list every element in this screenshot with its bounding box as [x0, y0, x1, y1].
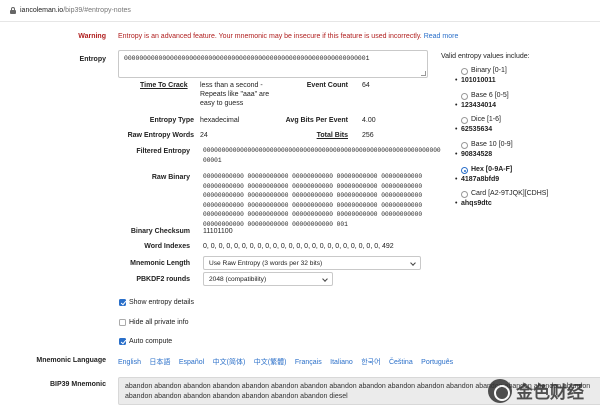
- language-english[interactable]: English: [118, 359, 141, 366]
- language-options: English 日本語 Español 中文(简体) 中文(繁體) França…: [118, 357, 460, 367]
- radio-base6[interactable]: [461, 93, 468, 100]
- raw-binary-label: Raw Binary: [151, 174, 190, 181]
- radio-base10[interactable]: [461, 142, 468, 149]
- radio-dice[interactable]: [461, 117, 468, 124]
- raw-words-value: 24: [200, 132, 208, 139]
- entropy-type-value: hexadecimal: [200, 117, 240, 124]
- entropy-input[interactable]: 0000000000000000000000000000000000000000…: [118, 50, 428, 78]
- valid-entropy-title: Valid entropy values include:: [441, 53, 530, 60]
- lock-icon: [10, 7, 16, 14]
- time-to-crack-label: Time To Crack: [140, 82, 188, 89]
- entropy-type-label: Entropy Type: [149, 117, 194, 124]
- warning-text: Entropy is an advanced feature. Your mne…: [118, 33, 459, 40]
- url-text[interactable]: iancoleman.io/bip39/#entropy-notes: [20, 7, 131, 14]
- time-to-crack-line-1: less than a second -: [200, 82, 263, 89]
- address-bar[interactable]: iancoleman.io/bip39/#entropy-notes: [0, 0, 600, 22]
- example-card: ahqs9dtc: [461, 200, 492, 207]
- read-more-link[interactable]: Read more: [424, 33, 459, 40]
- hide-private-checkbox[interactable]: [119, 319, 126, 326]
- example-base6: 123434014: [461, 102, 497, 109]
- avg-bits-value: 4.00: [362, 117, 376, 124]
- language-spanish[interactable]: Español: [179, 359, 204, 366]
- radio-binary[interactable]: [461, 68, 468, 75]
- raw-words-label: Raw Entropy Words: [127, 132, 194, 139]
- language-czech[interactable]: Čeština: [389, 359, 413, 366]
- example-dice: 62535634: [461, 126, 493, 133]
- bullet: •: [455, 102, 458, 109]
- event-count-value: 64: [362, 82, 370, 89]
- auto-compute-checkbox[interactable]: [119, 338, 126, 345]
- language-japanese[interactable]: 日本語: [149, 359, 170, 366]
- warning-label: Warning: [78, 33, 106, 40]
- radio-dice-label[interactable]: Dice [1-6]: [471, 116, 501, 123]
- radio-base6-label[interactable]: Base 6 [0-5]: [471, 92, 509, 99]
- example-hex: 4187a8bfd9: [461, 176, 500, 183]
- total-bits-label: Total Bits: [316, 132, 348, 139]
- bullet: •: [455, 176, 458, 183]
- radio-hex[interactable]: [461, 167, 468, 174]
- pbkdf2-select[interactable]: 2048 (compatibility): [203, 272, 333, 286]
- radio-binary-label[interactable]: Binary [0-1]: [471, 67, 507, 74]
- total-bits-value: 256: [362, 132, 374, 139]
- show-details-checkbox[interactable]: [119, 299, 126, 306]
- language-chinese-traditional[interactable]: 中文(繁體): [254, 359, 287, 366]
- filtered-entropy-label: Filtered Entropy: [136, 148, 190, 155]
- pbkdf2-value: 2048 (compatibility): [209, 276, 267, 283]
- entropy-value: 0000000000000000000000000000000000000000…: [124, 55, 370, 62]
- watermark-mark-icon: [488, 379, 512, 403]
- mnemonic-label: BIP39 Mnemonic: [49, 381, 106, 388]
- language-label: Mnemonic Language: [36, 357, 106, 364]
- mnemonic-length-select[interactable]: Use Raw Entropy (3 words per 32 bits): [203, 256, 421, 270]
- chevron-down-icon: [410, 260, 416, 266]
- checksum-value: 11101100: [203, 228, 233, 235]
- language-chinese-simplified[interactable]: 中文(简体): [213, 359, 246, 366]
- time-to-crack-line-2: Repeats like "aaa" are: [200, 91, 270, 98]
- show-details-label[interactable]: Show entropy details: [129, 299, 194, 306]
- radio-card[interactable]: [461, 191, 468, 198]
- hide-private-label[interactable]: Hide all private info: [129, 319, 189, 326]
- avg-bits-label: Avg Bits Per Event: [285, 117, 348, 124]
- word-indexes-value: 0, 0, 0, 0, 0, 0, 0, 0, 0, 0, 0, 0, 0, 0…: [203, 243, 394, 250]
- radio-hex-label[interactable]: Hex [0-9A-F]: [471, 166, 512, 173]
- example-base10: 90834528: [461, 151, 493, 158]
- svg-text:金色财经: 金色财经: [515, 382, 584, 403]
- auto-compute-label[interactable]: Auto compute: [129, 338, 172, 345]
- radio-base10-label[interactable]: Base 10 [0-9]: [471, 141, 513, 148]
- event-count-label: Event Count: [306, 82, 348, 89]
- checksum-label: Binary Checksum: [130, 228, 190, 235]
- language-portuguese[interactable]: Português: [421, 359, 453, 366]
- radio-card-label[interactable]: Card [A2-9TJQK][CDHS]: [471, 190, 548, 197]
- language-italian[interactable]: Italiano: [330, 359, 353, 366]
- filtered-entropy-value: 0000000000000000000000000000000000000000…: [203, 147, 441, 164]
- chevron-down-icon: [322, 276, 328, 282]
- example-binary: 101010011: [461, 77, 496, 84]
- mnemonic-length-label: Mnemonic Length: [130, 260, 190, 267]
- bullet: •: [455, 151, 458, 158]
- pbkdf2-label: PBKDF2 rounds: [136, 276, 190, 283]
- entropy-label: Entropy: [79, 56, 106, 63]
- bullet: •: [455, 200, 458, 207]
- bullet: •: [455, 77, 458, 84]
- watermark-logo: 金色财经: [488, 376, 598, 406]
- word-indexes-label: Word Indexes: [144, 243, 190, 250]
- watermark-lettering: 金色财经: [515, 382, 584, 403]
- raw-binary-value: 00000000000 00000000000 00000000000 0000…: [203, 173, 423, 228]
- resize-handle[interactable]: [421, 71, 426, 76]
- language-korean[interactable]: 한국어: [361, 359, 380, 366]
- mnemonic-length-value: Use Raw Entropy (3 words per 32 bits): [209, 260, 323, 267]
- language-french[interactable]: Français: [295, 359, 322, 366]
- bullet: •: [455, 126, 458, 133]
- time-to-crack-line-3: easy to guess: [200, 100, 244, 107]
